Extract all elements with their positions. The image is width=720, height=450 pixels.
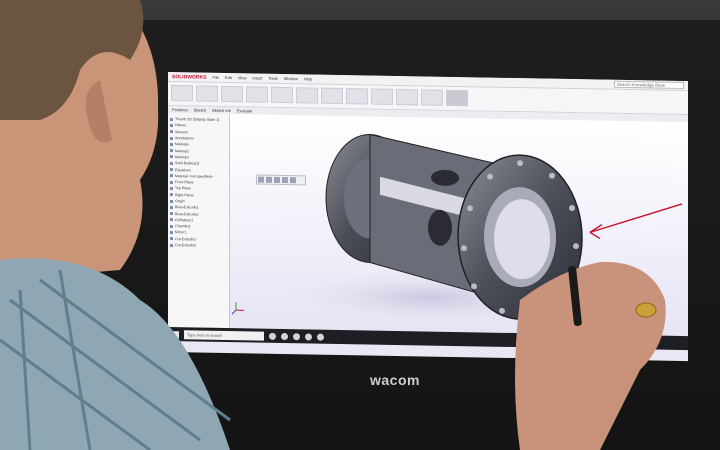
feature-icon <box>170 130 173 134</box>
view-tool-icon[interactable] <box>290 177 296 184</box>
feature-icon <box>170 212 173 216</box>
feature-icon <box>170 142 173 146</box>
menu-file[interactable]: File <box>212 75 218 80</box>
heads-up-toolbar <box>256 174 306 186</box>
feature-icon <box>170 174 173 178</box>
tree-item-label: History <box>175 123 187 128</box>
tab-evaluate[interactable]: Evaluate <box>237 108 253 113</box>
tree-item-label: Front Plane <box>175 180 194 185</box>
tree-item-label: Boss-Extrude2 <box>175 211 199 217</box>
knowledge-search-input[interactable]: Search Knowledge Base <box>614 80 684 90</box>
menu-edit[interactable]: Edit <box>225 75 232 80</box>
ribbon-button[interactable] <box>296 87 318 104</box>
ribbon-button[interactable] <box>271 86 293 104</box>
tree-item-label: Top Plane <box>175 186 191 191</box>
feature-tree: Thumb 3D (Display State 1) History Sensors… <box>168 113 230 329</box>
part-model <box>231 133 683 326</box>
tree-item-label: Mirror1 <box>175 230 187 235</box>
tree-item-label: Sensors <box>175 129 189 135</box>
feature-icon <box>170 180 173 184</box>
view-triad <box>231 302 244 315</box>
tree-item-label: Markup1 <box>175 148 189 153</box>
tree-item-label: Markup2 <box>175 155 189 160</box>
tree-item-label: Cut-Extrude1 <box>175 236 197 242</box>
tree-item-label: CirPattern1 <box>175 218 194 223</box>
feature-icon <box>170 218 173 222</box>
tree-item-label: Right Plane <box>175 192 194 198</box>
menu-window[interactable]: Window <box>284 76 298 81</box>
tablet-logo: wacom <box>370 372 420 388</box>
photo-background: wacom SOLIDWORKS File Edit View Insert T… <box>0 0 720 450</box>
graphics-viewport[interactable] <box>230 114 688 337</box>
ribbon-button[interactable] <box>321 87 343 105</box>
feature-icon <box>170 205 173 209</box>
feature-icon <box>170 117 173 121</box>
ribbon-button-active[interactable] <box>446 89 468 107</box>
view-tool-icon[interactable] <box>274 176 280 183</box>
tree-item-label: Solid Bodies(1) <box>175 161 200 166</box>
feature-icon <box>170 199 173 203</box>
menu-tools[interactable]: Tools <box>268 76 277 81</box>
tree-item-label: Markups <box>175 142 189 147</box>
menu-view[interactable]: View <box>238 75 247 80</box>
taskbar-app-icon[interactable] <box>293 332 300 340</box>
ink-arrow-annotation <box>589 203 683 240</box>
feature-icon <box>170 231 173 235</box>
ribbon-button[interactable] <box>221 85 243 103</box>
tree-item-label: Annotations <box>175 136 194 141</box>
menu-insert[interactable]: Insert <box>252 75 262 80</box>
tab-features[interactable]: Features <box>172 107 188 112</box>
taskbar-app-icon[interactable] <box>269 332 276 340</box>
taskbar-app-icon[interactable] <box>305 332 312 341</box>
feature-icon <box>170 155 173 159</box>
tab-sketch[interactable]: Sketch <box>194 107 206 112</box>
view-tool-icon[interactable] <box>258 176 264 183</box>
ribbon-button[interactable] <box>371 88 393 105</box>
feature-icon <box>170 123 173 128</box>
tab-sketch-ink[interactable]: Sketch Ink <box>212 108 231 113</box>
feature-icon <box>170 193 173 197</box>
feature-icon <box>170 224 173 228</box>
feature-icon <box>170 186 173 190</box>
app-brand: SOLIDWORKS <box>172 73 207 81</box>
taskbar-app-icon[interactable] <box>281 332 288 340</box>
tree-item-label: Boss-Extrude1 <box>175 205 199 210</box>
ribbon-button[interactable] <box>346 88 368 105</box>
tree-item-label: Material <not specified> <box>175 173 214 179</box>
ribbon-button[interactable] <box>196 85 218 102</box>
feature-icon <box>170 161 173 165</box>
tree-item-label: Chamfer1 <box>175 224 191 229</box>
taskbar-search-input[interactable]: Type here to search <box>184 329 264 341</box>
ribbon-button[interactable] <box>421 89 443 106</box>
tree-item-label: Origin <box>175 199 185 204</box>
view-tool-icon[interactable] <box>266 176 272 183</box>
feature-icon <box>170 243 173 247</box>
windows-start-icon[interactable] <box>172 330 179 338</box>
tree-item-label: Cut-Extrude2 <box>175 243 197 248</box>
tree-item-label: Thumb 3D (Display State 1) <box>175 117 220 123</box>
feature-icon <box>170 136 173 140</box>
ribbon-button[interactable] <box>246 86 268 103</box>
ribbon-button[interactable] <box>171 85 193 102</box>
feature-icon <box>170 237 173 241</box>
feature-icon <box>170 149 173 153</box>
tree-item[interactable]: Cut-Extrude2 <box>170 242 227 249</box>
cad-screen: SOLIDWORKS File Edit View Insert Tools W… <box>168 72 688 362</box>
tree-item-label: Equations <box>175 167 191 172</box>
view-tool-icon[interactable] <box>282 176 288 184</box>
taskbar-app-icon[interactable] <box>317 333 324 341</box>
menu-help[interactable]: Help <box>304 76 312 81</box>
ribbon-button[interactable] <box>396 88 418 106</box>
feature-icon <box>170 168 173 172</box>
